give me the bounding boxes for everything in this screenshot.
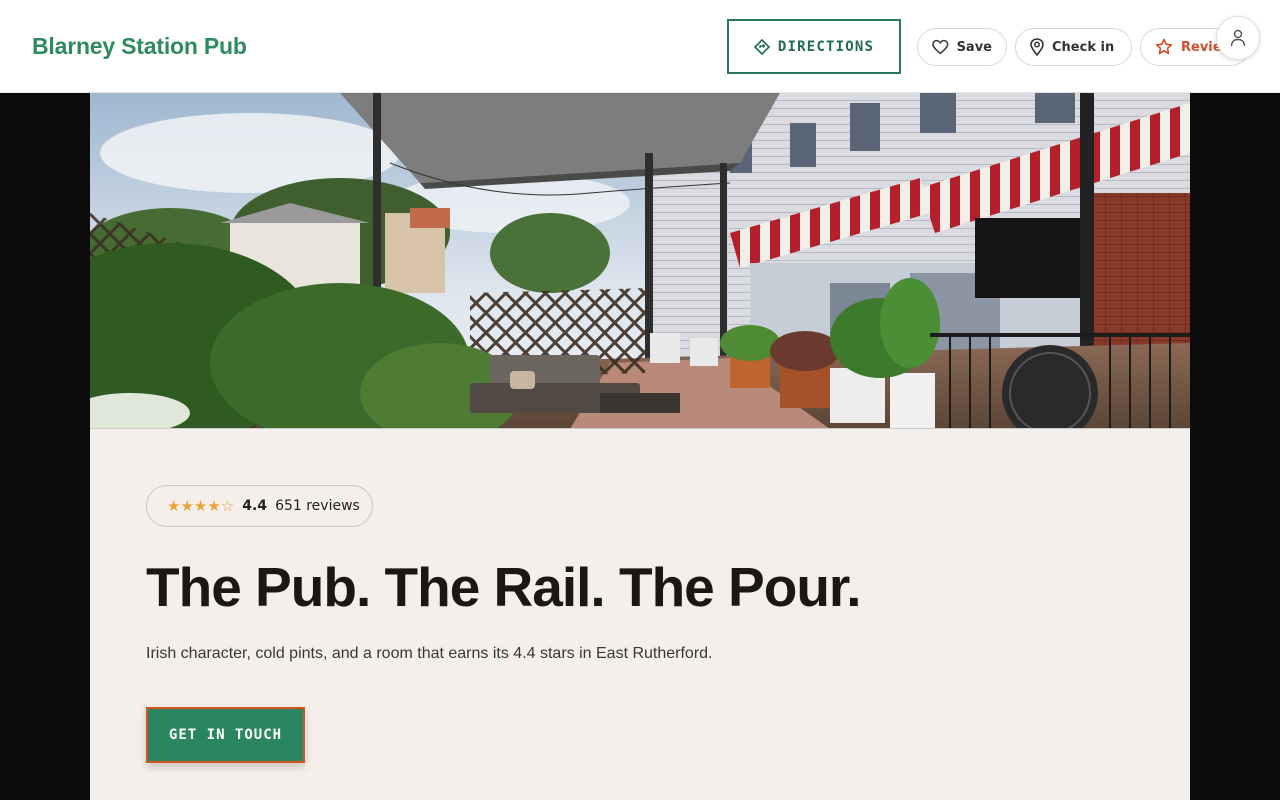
save-button[interactable]: Save — [917, 28, 1007, 66]
save-label: Save — [956, 39, 992, 55]
intro-panel: ★★★★☆ 4.4 651 reviews The Pub. The Rail.… — [90, 429, 1190, 800]
user-icon — [1230, 29, 1246, 47]
review-count: 651 reviews — [275, 498, 360, 514]
directions-button[interactable]: DIRECTIONS — [727, 19, 901, 74]
page-title: The Pub. The Rail. The Pour. — [146, 556, 862, 618]
rating-value: 4.4 — [242, 498, 268, 514]
heart-icon — [932, 39, 949, 55]
star-rating-icon: ★★★★☆ — [167, 497, 235, 515]
patio-photo — [90, 93, 1190, 428]
directions-icon — [753, 38, 770, 55]
rating-badge: ★★★★☆ 4.4 651 reviews — [146, 485, 373, 527]
check-in-button[interactable]: Check in — [1015, 28, 1132, 66]
user-avatar-button[interactable] — [1216, 16, 1260, 60]
star-icon — [1155, 38, 1173, 55]
check-in-label: Check in — [1052, 39, 1115, 55]
get-in-touch-button[interactable]: GET IN TOUCH — [146, 707, 305, 763]
top-header: Blarney Station Pub DIRECTIONS Save Chec… — [0, 0, 1280, 93]
hero-image — [90, 93, 1190, 429]
brand-title[interactable]: Blarney Station Pub — [32, 33, 247, 60]
directions-label: DIRECTIONS — [777, 38, 875, 55]
location-pin-icon — [1030, 38, 1044, 56]
page-subtitle: Irish character, cold pints, and a room … — [146, 645, 713, 662]
